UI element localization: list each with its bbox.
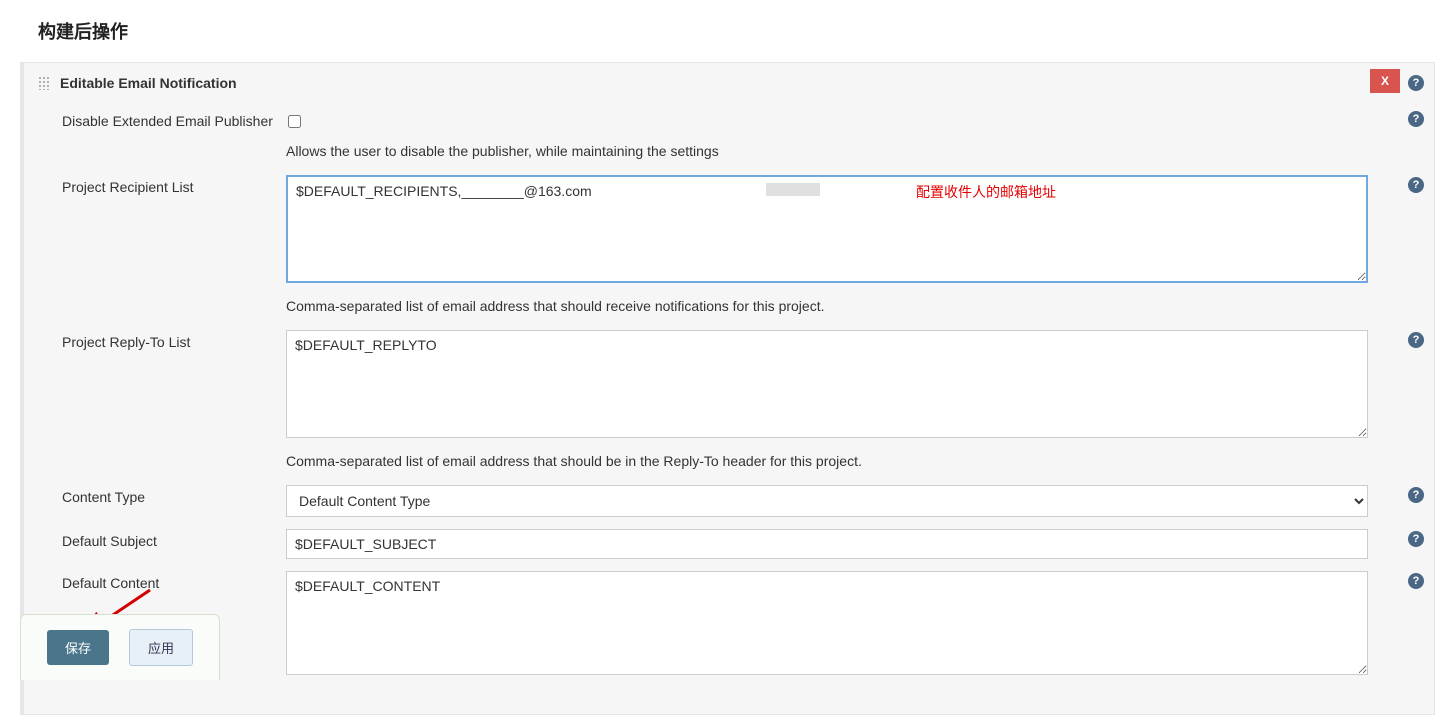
help-icon[interactable]: ? bbox=[1408, 487, 1424, 503]
post-build-section: X ? Editable Email Notification Disable … bbox=[20, 62, 1435, 715]
footer-bar: 保存 应用 bbox=[20, 614, 220, 680]
page-title: 构建后操作 bbox=[0, 0, 1455, 62]
help-icon[interactable]: ? bbox=[1408, 75, 1424, 91]
row-default-subject: Default Subject ? bbox=[24, 523, 1434, 565]
replyto-list-help: Comma-separated list of email address th… bbox=[24, 447, 1434, 479]
help-icon[interactable]: ? bbox=[1408, 111, 1424, 127]
help-icon[interactable]: ? bbox=[1408, 332, 1424, 348]
save-button[interactable]: 保存 bbox=[47, 630, 109, 665]
default-content-label: Default Content bbox=[62, 571, 286, 591]
recipient-list-label: Project Recipient List bbox=[62, 175, 286, 195]
row-default-content: Default Content $DEFAULT_CONTENT ? bbox=[24, 565, 1434, 684]
disable-publisher-help: Allows the user to disable the publisher… bbox=[24, 137, 1434, 169]
apply-button[interactable]: 应用 bbox=[129, 629, 193, 666]
replyto-list-input[interactable]: $DEFAULT_REPLYTO bbox=[286, 330, 1368, 438]
row-content-type: Content Type Default Content Type ? bbox=[24, 479, 1434, 523]
replyto-list-label: Project Reply-To List bbox=[62, 330, 286, 350]
section-title: Editable Email Notification bbox=[60, 75, 237, 91]
close-button[interactable]: X bbox=[1370, 69, 1400, 93]
row-disable-publisher: Disable Extended Email Publisher ? bbox=[24, 103, 1434, 137]
recipient-list-help: Comma-separated list of email address th… bbox=[24, 292, 1434, 324]
recipient-list-input[interactable]: $DEFAULT_RECIPIENTS,________@163.com bbox=[286, 175, 1368, 283]
row-replyto-list: Project Reply-To List $DEFAULT_REPLYTO ? bbox=[24, 324, 1434, 447]
row-recipient-list: Project Recipient List $DEFAULT_RECIPIEN… bbox=[24, 169, 1434, 292]
disable-publisher-label: Disable Extended Email Publisher bbox=[62, 109, 286, 129]
disable-publisher-checkbox[interactable] bbox=[288, 115, 301, 128]
help-icon[interactable]: ? bbox=[1408, 573, 1424, 589]
default-subject-input[interactable] bbox=[286, 529, 1368, 559]
drag-handle-icon[interactable] bbox=[38, 76, 50, 90]
help-icon[interactable]: ? bbox=[1408, 531, 1424, 547]
section-header: Editable Email Notification bbox=[24, 63, 1434, 103]
content-type-select[interactable]: Default Content Type bbox=[286, 485, 1368, 517]
content-type-label: Content Type bbox=[62, 485, 286, 505]
help-icon[interactable]: ? bbox=[1408, 177, 1424, 193]
default-subject-label: Default Subject bbox=[62, 529, 286, 549]
default-content-input[interactable]: $DEFAULT_CONTENT bbox=[286, 571, 1368, 675]
